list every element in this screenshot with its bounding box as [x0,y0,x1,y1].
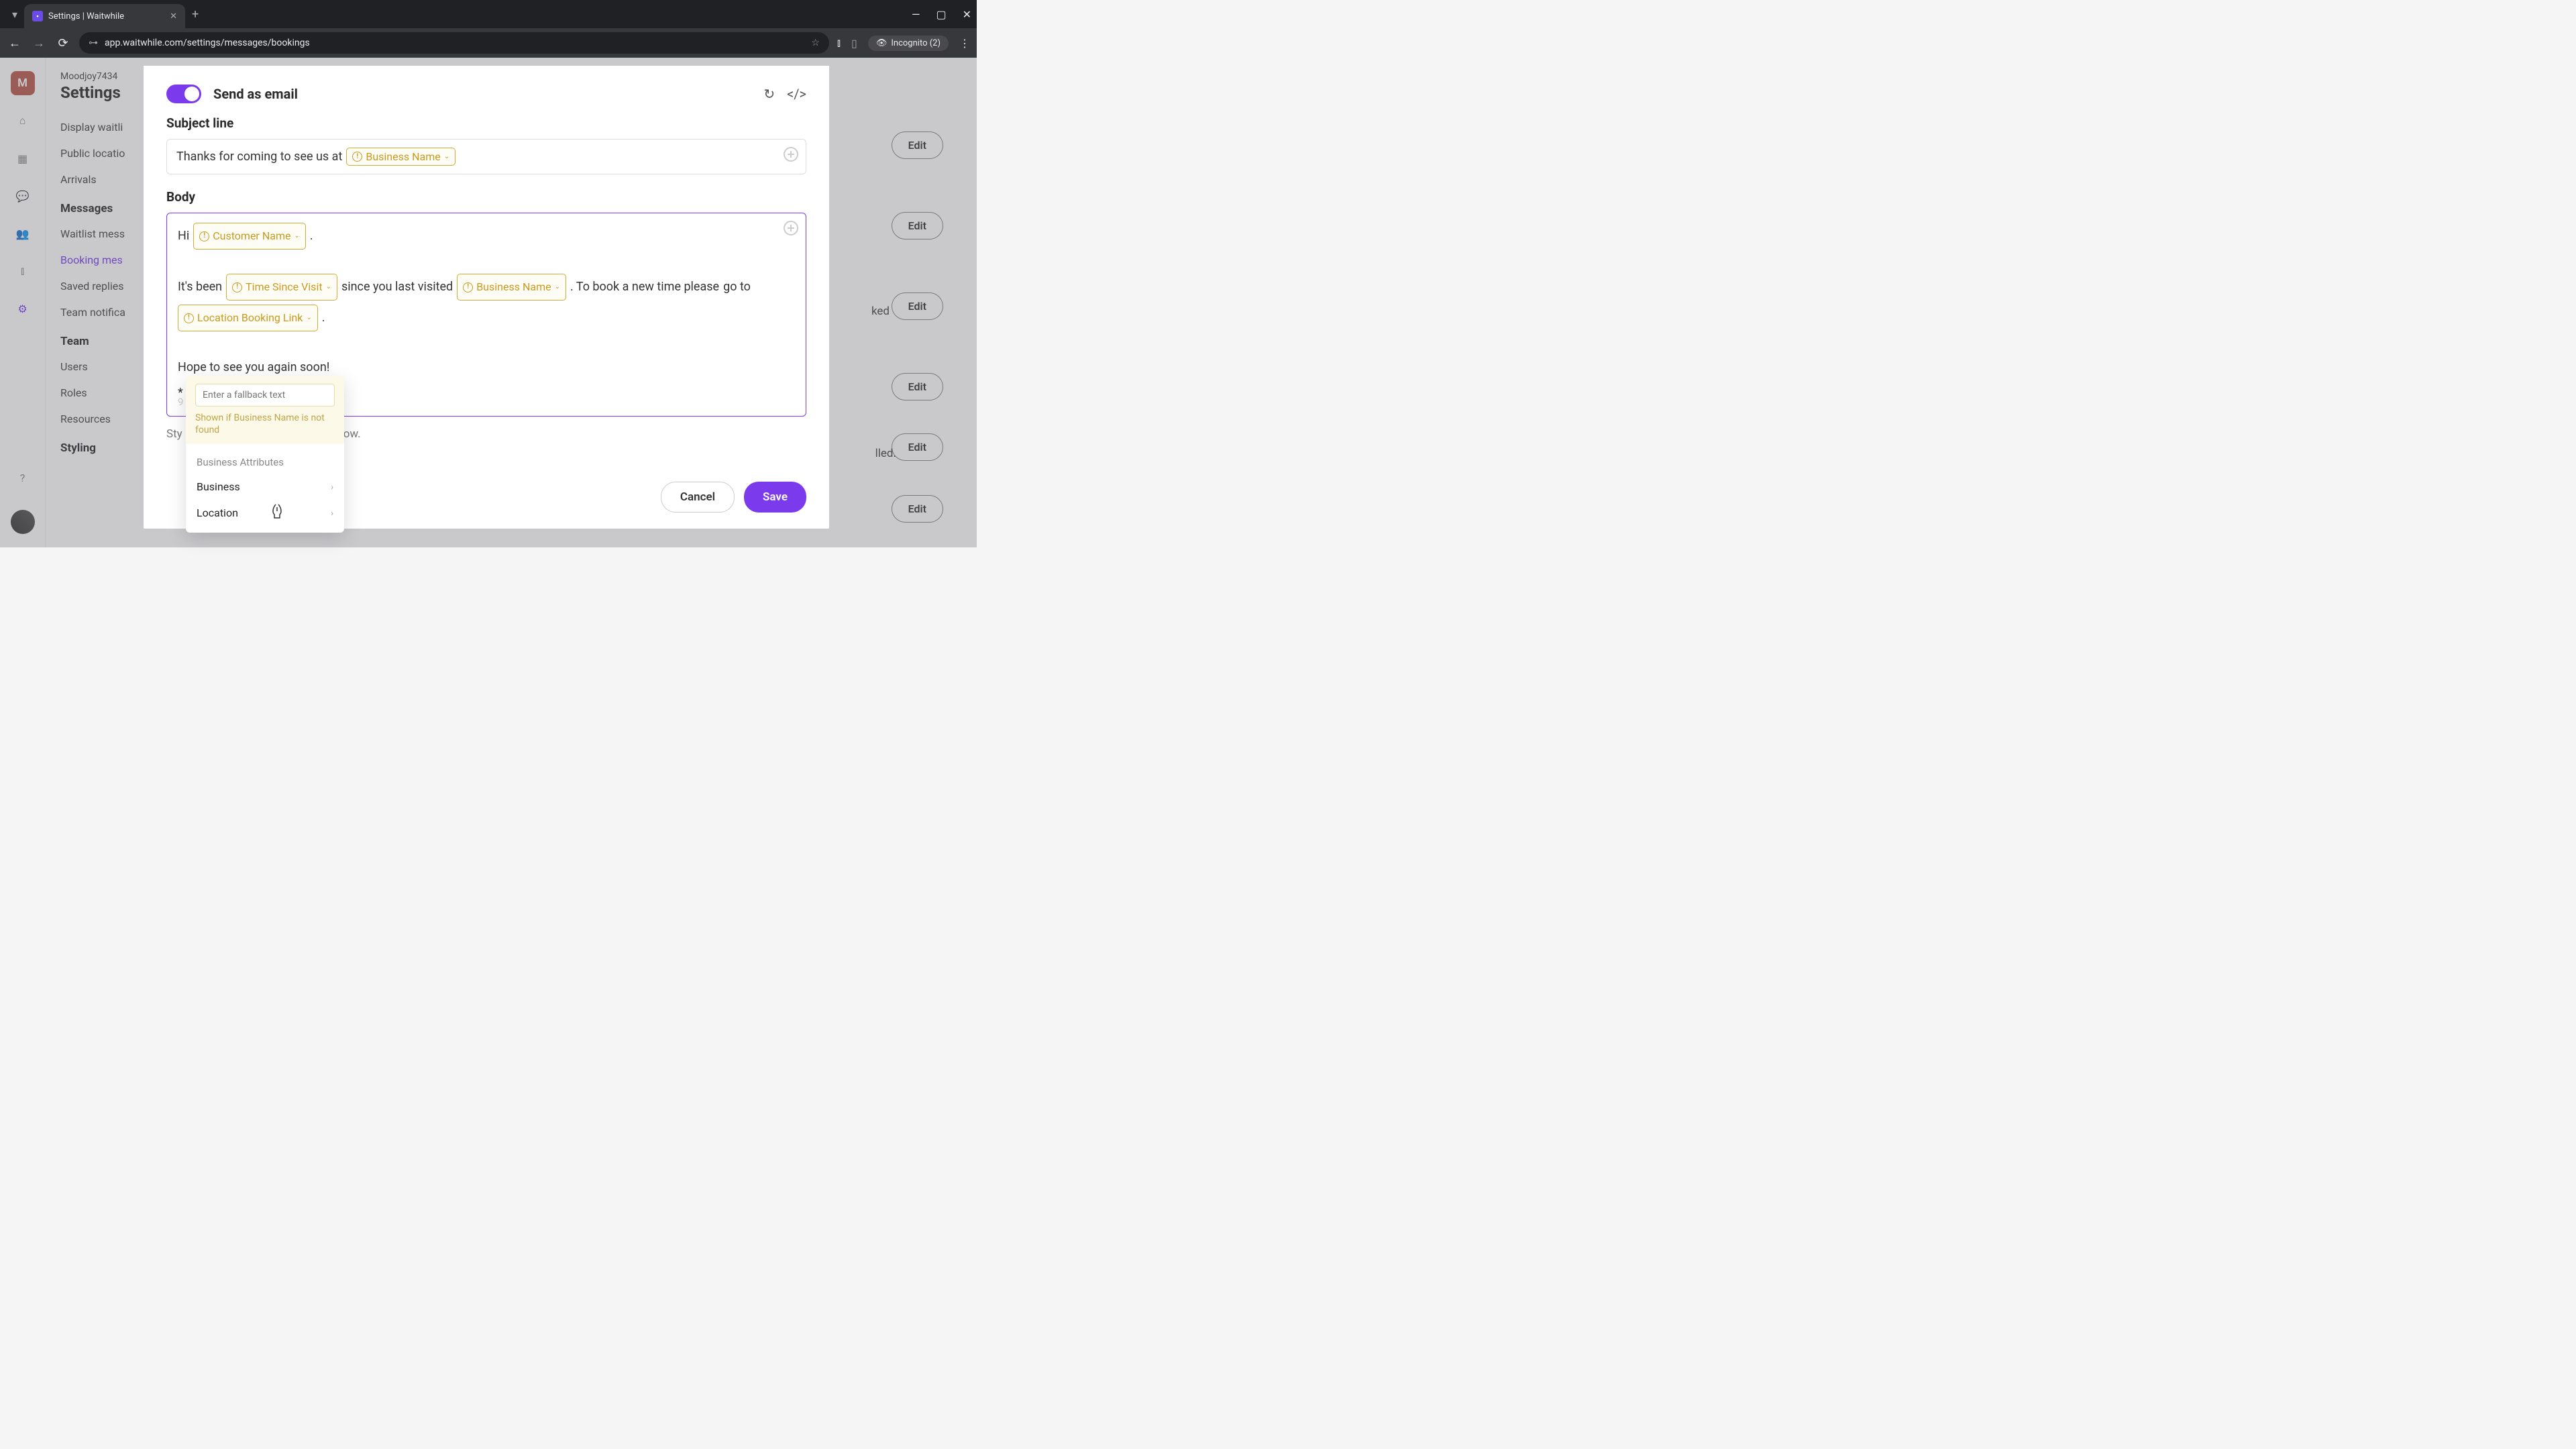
new-tab-button[interactable]: + [192,7,199,21]
minimize-icon[interactable]: ― [912,8,920,21]
save-button[interactable]: Save [744,482,806,513]
code-icon[interactable]: </> [787,86,806,102]
variable-chip-business-name[interactable]: ! Business Name ⌄ [346,148,455,166]
incognito-badge[interactable]: 👁 Incognito (2) [868,36,949,51]
variable-chip-time-since-visit[interactable]: ! Time Since Visit ⌄ [226,274,337,301]
dropdown-item-business[interactable]: Business › [186,474,344,500]
reload-button[interactable]: ⟳ [55,36,71,50]
add-variable-icon[interactable] [783,146,799,162]
cancel-button[interactable]: Cancel [661,482,735,513]
browser-toolbar: ← → ⟳ ⊶ app.waitwhile.com/settings/messa… [0,28,977,58]
chevron-down-icon: ⌄ [294,229,299,243]
dropdown-item-location[interactable]: Location › [186,500,344,526]
tab-search-dropdown[interactable]: ▾ [5,5,24,23]
tab-title: Settings | Waitwhile [48,11,124,21]
fallback-input[interactable] [195,384,335,407]
close-tab-icon[interactable]: ✕ [170,11,177,21]
subject-label: Subject line [166,115,806,131]
address-bar[interactable]: ⊶ app.waitwhile.com/settings/messages/bo… [79,32,829,54]
body-label: Body [166,189,806,205]
forward-button[interactable]: → [31,36,47,50]
chevron-right-icon: › [331,508,333,518]
info-icon: ! [184,313,194,323]
chevron-right-icon: › [331,482,333,492]
side-panel-icon[interactable]: ▯ [851,37,857,50]
subject-input[interactable]: Thanks for coming to see us at ! Busines… [166,139,806,174]
char-count: 9 [178,392,183,412]
reset-icon[interactable]: ↻ [763,86,775,102]
fallback-hint: Shown if Business Name is not found [195,412,335,436]
close-window-icon[interactable]: ✕ [963,8,971,21]
site-info-icon[interactable]: ⊶ [89,38,98,48]
window-controls: ― ▢ ✕ [912,8,971,21]
variable-chip-business-name[interactable]: ! Business Name ⌄ [457,274,566,301]
variable-chip-customer-name[interactable]: ! Customer Name ⌄ [193,223,306,250]
chevron-down-icon: ⌄ [555,280,560,294]
info-icon: ! [199,231,209,241]
chevron-down-icon: ⌄ [326,280,331,294]
chevron-down-icon: ⌄ [306,311,311,325]
tab-favicon: • [32,11,43,21]
bookmark-icon[interactable]: ☆ [811,38,820,48]
dropdown-section-header: Business Attributes [186,451,344,474]
toggle-label: Send as email [213,86,298,102]
maximize-icon[interactable]: ▢ [936,8,946,21]
back-button[interactable]: ← [7,36,23,50]
chevron-down-icon: ⌄ [444,153,449,160]
info-icon: ! [232,282,242,292]
variable-chip-location-booking-link[interactable]: ! Location Booking Link ⌄ [178,305,318,331]
add-variable-icon[interactable] [783,220,799,236]
extensions-icon[interactable]: ⫾ [837,36,841,50]
info-icon: ! [463,282,473,292]
incognito-icon: 👁 [876,38,888,48]
browser-tab[interactable]: • Settings | Waitwhile ✕ [24,4,185,28]
url-text: app.waitwhile.com/settings/messages/book… [105,38,310,48]
send-as-email-toggle[interactable] [166,85,201,103]
info-icon: ! [352,152,362,162]
browser-tab-bar: ▾ • Settings | Waitwhile ✕ + ― ▢ ✕ [0,0,977,28]
variable-dropdown: Shown if Business Name is not found Busi… [186,376,344,533]
browser-menu-icon[interactable]: ⋮ [959,37,970,50]
